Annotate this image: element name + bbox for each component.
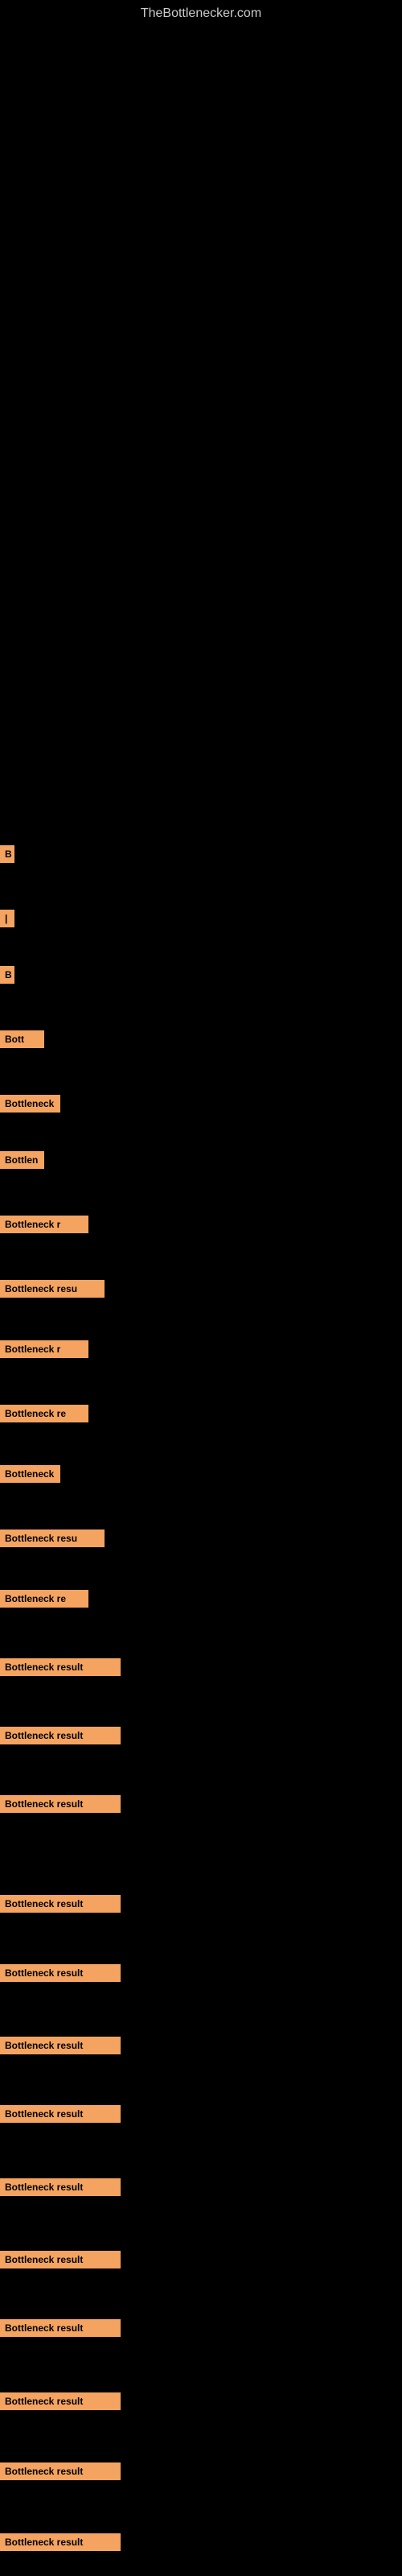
result-row-19: Bottleneck result	[0, 2037, 121, 2054]
bottleneck-result-badge-12[interactable]: Bottleneck resu	[0, 1530, 105, 1547]
result-row-4: Bott	[0, 1030, 44, 1048]
result-row-2: |	[0, 910, 14, 927]
bottleneck-result-badge-18[interactable]: Bottleneck result	[0, 1964, 121, 1982]
bottleneck-result-badge-19[interactable]: Bottleneck result	[0, 2037, 121, 2054]
site-title: TheBottlenecker.com	[0, 0, 402, 21]
result-row-24: Bottleneck result	[0, 2392, 121, 2410]
bottleneck-result-badge-17[interactable]: Bottleneck result	[0, 1895, 121, 1913]
result-row-21: Bottleneck result	[0, 2178, 121, 2196]
bottleneck-result-badge-13[interactable]: Bottleneck re	[0, 1590, 88, 1608]
result-row-9: Bottleneck r	[0, 1340, 88, 1358]
bottleneck-result-badge-15[interactable]: Bottleneck result	[0, 1727, 121, 1744]
result-row-10: Bottleneck re	[0, 1405, 88, 1422]
result-row-3: B	[0, 966, 14, 984]
result-row-8: Bottleneck resu	[0, 1280, 105, 1298]
bottleneck-result-badge-21[interactable]: Bottleneck result	[0, 2178, 121, 2196]
bottleneck-result-badge-22[interactable]: Bottleneck result	[0, 2251, 121, 2268]
bottleneck-result-badge-14[interactable]: Bottleneck result	[0, 1658, 121, 1676]
bottleneck-result-badge-16[interactable]: Bottleneck result	[0, 1795, 121, 1813]
bottleneck-result-badge-25[interactable]: Bottleneck result	[0, 2462, 121, 2480]
bottleneck-result-badge-2[interactable]: |	[0, 910, 14, 927]
result-row-16: Bottleneck result	[0, 1795, 121, 1813]
bottleneck-result-badge-9[interactable]: Bottleneck r	[0, 1340, 88, 1358]
bottleneck-result-badge-20[interactable]: Bottleneck result	[0, 2105, 121, 2123]
bottleneck-result-badge-23[interactable]: Bottleneck result	[0, 2319, 121, 2337]
result-row-22: Bottleneck result	[0, 2251, 121, 2268]
bottleneck-result-badge-24[interactable]: Bottleneck result	[0, 2392, 121, 2410]
bottleneck-result-badge-6[interactable]: Bottlen	[0, 1151, 44, 1169]
bottleneck-result-badge-5[interactable]: Bottleneck	[0, 1095, 60, 1113]
result-row-11: Bottleneck	[0, 1465, 60, 1483]
bottleneck-result-badge-8[interactable]: Bottleneck resu	[0, 1280, 105, 1298]
result-row-25: Bottleneck result	[0, 2462, 121, 2480]
bottleneck-result-badge-26[interactable]: Bottleneck result	[0, 2533, 121, 2551]
result-row-26: Bottleneck result	[0, 2533, 121, 2551]
bottleneck-result-badge-1[interactable]: B	[0, 845, 14, 863]
result-row-5: Bottleneck	[0, 1095, 60, 1113]
result-row-13: Bottleneck re	[0, 1590, 88, 1608]
bottleneck-result-badge-3[interactable]: B	[0, 966, 14, 984]
bottleneck-result-badge-11[interactable]: Bottleneck	[0, 1465, 60, 1483]
result-row-14: Bottleneck result	[0, 1658, 121, 1676]
bottleneck-result-badge-7[interactable]: Bottleneck r	[0, 1216, 88, 1233]
bottleneck-result-badge-10[interactable]: Bottleneck re	[0, 1405, 88, 1422]
result-row-12: Bottleneck resu	[0, 1530, 105, 1547]
result-row-18: Bottleneck result	[0, 1964, 121, 1982]
result-row-6: Bottlen	[0, 1151, 44, 1169]
result-row-15: Bottleneck result	[0, 1727, 121, 1744]
result-row-7: Bottleneck r	[0, 1216, 88, 1233]
bottleneck-result-badge-4[interactable]: Bott	[0, 1030, 44, 1048]
result-row-1: B	[0, 845, 14, 863]
result-row-17: Bottleneck result	[0, 1895, 121, 1913]
result-row-20: Bottleneck result	[0, 2105, 121, 2123]
result-row-23: Bottleneck result	[0, 2319, 121, 2337]
